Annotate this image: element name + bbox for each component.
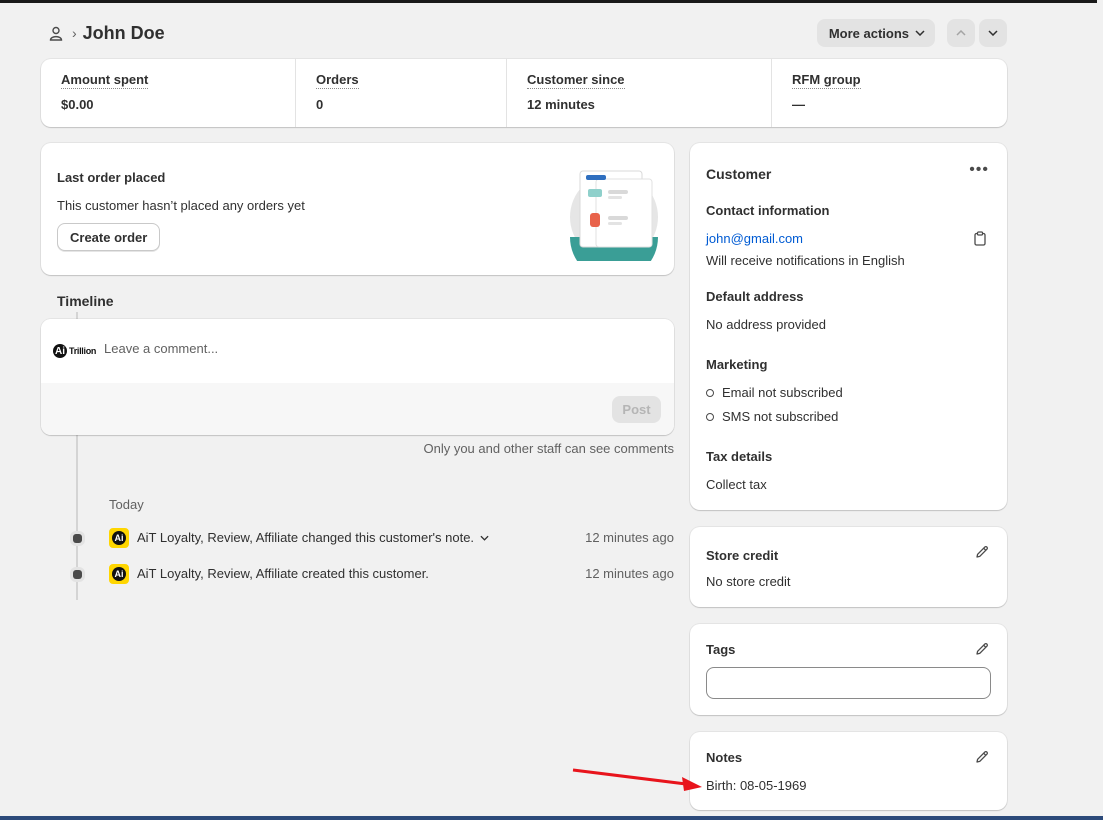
chevron-down-icon [915,30,925,36]
create-order-button[interactable]: Create order [57,223,161,251]
default-address-value: No address provided [706,317,826,332]
status-circle-icon [706,412,714,421]
marketing-heading: Marketing [706,357,768,372]
tax-details-heading: Tax details [706,449,773,464]
chevron-down-icon [480,535,489,541]
stat-label: RFM group [792,72,861,89]
top-border [0,0,1103,3]
pencil-icon[interactable] [975,642,989,659]
stat-customer-since[interactable]: Customer since 12 minutes [507,59,772,127]
customer-card: Customer ••• Contact information john@gm… [690,143,1007,510]
timeline-dot [73,534,82,543]
tags-title: Tags [706,642,736,657]
status-circle-icon [706,388,714,397]
stat-value: 0 [316,97,324,112]
previous-customer-button[interactable] [947,19,975,47]
stat-label: Amount spent [61,72,149,89]
tags-card: Tags [690,624,1007,715]
page-header: › John Doe More actions [40,18,1007,48]
tags-input[interactable] [706,667,991,699]
post-button[interactable]: Post [612,396,661,423]
copy-icon[interactable] [973,231,987,249]
timeline-event-time: 12 minutes ago [585,530,674,545]
email-marketing-label: Email not subscribed [722,385,843,400]
more-actions-button[interactable]: More actions [816,19,935,47]
staff-visibility-note: Only you and other staff can see comment… [423,441,674,456]
chevron-down-icon [988,30,998,36]
stat-amount-spent[interactable]: Amount spent $0.00 [41,59,296,127]
timeline-dot [73,570,82,579]
next-customer-button[interactable] [979,19,1007,47]
bottom-border [0,816,1103,820]
more-horizontal-icon[interactable]: ••• [969,161,989,179]
staff-avatar-logo: Ai Trillion [53,344,96,358]
notes-value: Birth: 08-05-1969 [706,778,807,793]
logo-ai-mark: Ai [53,344,67,358]
timeline-event-text: AiT Loyalty, Review, Affiliate created t… [137,566,429,581]
store-credit-title: Store credit [706,548,779,563]
email-marketing-status: Email not subscribed [706,385,843,400]
page-title: John Doe [82,22,165,43]
chevron-up-icon [956,30,966,36]
customer-stats-bar: Amount spent $0.00 Orders 0 Customer sin… [41,59,1007,127]
sms-marketing-status: SMS not subscribed [706,409,838,424]
timeline-event-time: 12 minutes ago [585,566,674,581]
timeline-date-group: Today [109,497,144,512]
notes-card: Notes Birth: 08-05-1969 [690,732,1007,810]
timeline-event: Ai AiT Loyalty, Review, Affiliate create… [70,562,674,586]
customer-email-link[interactable]: john@gmail.com [706,231,803,246]
stat-rfm-group[interactable]: RFM group — [772,59,1007,127]
right-edge [1097,0,1103,820]
stat-label: Customer since [527,72,625,89]
chevron-right-icon: › [72,25,77,41]
app-badge-icon: Ai [109,528,129,548]
stat-value: $0.00 [61,97,94,112]
pencil-icon[interactable] [975,750,989,767]
timeline-event-expand[interactable]: AiT Loyalty, Review, Affiliate changed t… [137,530,489,545]
tax-details-value: Collect tax [706,477,767,492]
last-order-card: Last order placed This customer hasn’t p… [41,143,674,275]
app-badge-icon: Ai [109,564,129,584]
stat-value: 12 minutes [527,97,595,112]
customer-card-title: Customer [706,166,772,182]
comment-input[interactable] [104,341,644,356]
app-badge-mark: Ai [112,567,126,581]
comment-box: Ai Trillion Post [41,319,674,435]
timeline-event-text: AiT Loyalty, Review, Affiliate changed t… [137,530,475,545]
pencil-icon[interactable] [975,545,989,562]
comment-toolbar: Post [41,383,674,435]
logo-text: Trillion [69,346,97,356]
last-order-description: This customer hasn’t placed any orders y… [57,198,305,213]
stat-label: Orders [316,72,359,89]
stat-value: — [792,97,805,112]
empty-orders-illustration [570,170,658,261]
stat-orders[interactable]: Orders 0 [296,59,507,127]
store-credit-value: No store credit [706,574,791,589]
last-order-title: Last order placed [57,170,166,185]
sms-marketing-label: SMS not subscribed [722,409,839,424]
timeline-event: Ai AiT Loyalty, Review, Affiliate change… [70,526,674,550]
notification-language: Will receive notifications in English [706,253,905,268]
notes-title: Notes [706,750,743,765]
annotation-arrow [572,768,702,791]
app-badge-mark: Ai [112,531,126,545]
timeline-title: Timeline [57,293,114,309]
comment-input-area: Ai Trillion [41,319,674,383]
more-actions-label: More actions [828,25,909,41]
person-icon [48,25,64,41]
default-address-heading: Default address [706,289,804,304]
contact-info-heading: Contact information [706,203,830,218]
store-credit-card: Store credit No store credit [690,527,1007,607]
